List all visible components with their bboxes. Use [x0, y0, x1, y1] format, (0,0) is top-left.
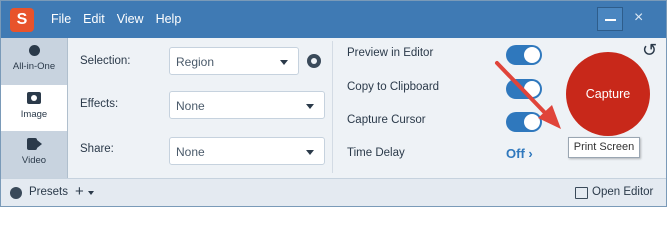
gear-icon[interactable] [10, 187, 22, 199]
chevron-down-icon[interactable] [88, 191, 94, 195]
bottom-bar: Presets + Open Editor [1, 178, 666, 206]
print-screen-tooltip: Print Screen [568, 137, 640, 158]
presets-button[interactable]: Presets [29, 186, 68, 198]
add-preset-button[interactable]: + [75, 183, 84, 200]
editor-icon[interactable] [575, 187, 588, 199]
annotation-arrow [495, 61, 561, 129]
snagit-capture-window: S File Edit View Help × All-in-One Image… [0, 0, 667, 207]
open-editor-button[interactable]: Open Editor [592, 186, 653, 198]
